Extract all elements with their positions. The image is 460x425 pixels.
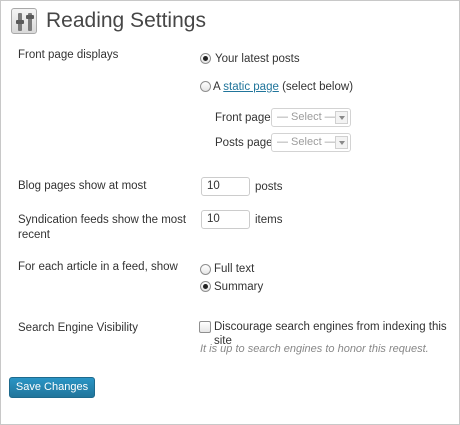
- posts-page-select[interactable]: — Select —: [271, 133, 351, 152]
- syndication-unit: items: [255, 214, 283, 226]
- blog-pages-input[interactable]: 10: [201, 177, 250, 196]
- radio-full-text-label: Full text: [214, 263, 255, 275]
- radio-static-page[interactable]: [200, 81, 211, 92]
- blog-pages-unit: posts: [255, 181, 283, 193]
- front-page-select-label: Front page:: [215, 112, 274, 124]
- syndication-label-line2: recent: [18, 229, 50, 241]
- static-page-link[interactable]: static page: [223, 81, 279, 93]
- reading-settings-page: Reading Settings Front page displays You…: [0, 0, 460, 425]
- settings-icon: [11, 8, 37, 34]
- save-changes-button[interactable]: Save Changes: [9, 377, 95, 398]
- search-visibility-hint: It is up to search engines to honor this…: [200, 343, 429, 355]
- search-visibility-label: Search Engine Visibility: [18, 322, 138, 334]
- syndication-input[interactable]: 10: [201, 210, 250, 229]
- static-page-prefix: A: [213, 81, 221, 93]
- front-page-select-value: — Select —: [277, 111, 336, 123]
- posts-page-select-label: Posts page:: [215, 137, 276, 149]
- discourage-search-checkbox[interactable]: [199, 321, 211, 333]
- front-page-displays-label: Front page displays: [18, 49, 119, 61]
- radio-full-text[interactable]: [200, 264, 211, 275]
- radio-latest-posts-label: Your latest posts: [215, 53, 300, 65]
- blog-pages-label: Blog pages show at most: [18, 180, 147, 192]
- front-page-select[interactable]: — Select —: [271, 108, 351, 127]
- posts-page-select-value: — Select —: [277, 136, 336, 148]
- chevron-down-icon: [335, 136, 348, 149]
- radio-summary-label: Summary: [214, 281, 264, 293]
- radio-summary[interactable]: [200, 281, 211, 292]
- syndication-label-line1: Syndication feeds show the most: [18, 214, 187, 226]
- static-page-suffix: (select below): [282, 81, 354, 93]
- feed-article-label: For each article in a feed, show: [18, 261, 178, 273]
- radio-latest-posts[interactable]: [200, 53, 211, 64]
- chevron-down-icon: [335, 111, 348, 124]
- page-title: Reading Settings: [46, 9, 206, 32]
- radio-static-page-label: A static page (select below): [213, 80, 353, 94]
